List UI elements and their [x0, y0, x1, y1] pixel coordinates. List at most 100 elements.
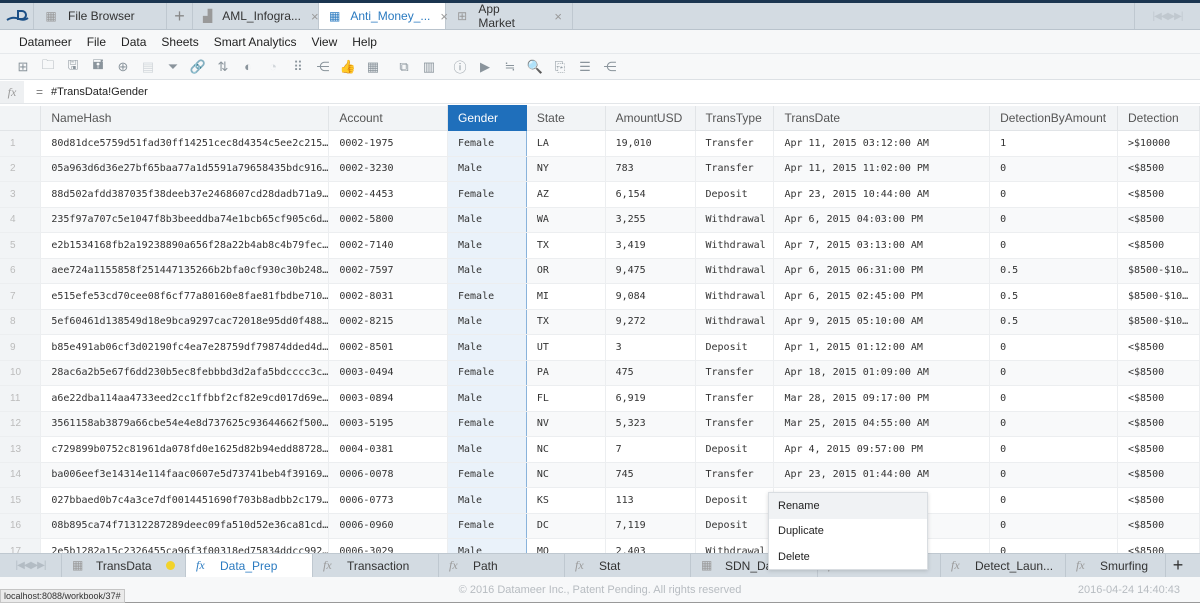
tab-aml-infographic[interactable]: ▟ AML_Infogra... × [193, 3, 319, 29]
cell-gender[interactable]: Male [447, 258, 527, 284]
lineage-icon[interactable]: ⋲ [602, 59, 618, 75]
sheet-tab-data-prep[interactable]: fx Data_Prep [186, 554, 313, 577]
cell-detection[interactable]: <$8500 [1117, 385, 1200, 412]
column-map-icon[interactable]: ⧉ [396, 59, 412, 75]
close-icon[interactable]: × [554, 9, 562, 24]
menu-help[interactable]: Help [352, 35, 377, 49]
cell-namehash[interactable]: 80d81dce5759d51fad30ff14251cec8d4354c5ee… [40, 130, 330, 157]
cell-amountusd[interactable]: 7,119 [605, 513, 696, 539]
cell-detection[interactable]: >$10000 [1117, 130, 1200, 157]
cell-state[interactable]: MO [526, 538, 606, 553]
cell-namehash[interactable]: 5ef60461d138549d18e9bca9297cac72018e95dd… [40, 309, 330, 335]
cell-detectionbyamount[interactable]: 0 [989, 334, 1118, 361]
cell-detectionbyamount[interactable]: 0 [989, 181, 1118, 208]
cell-account[interactable]: 0006-3029 [328, 538, 448, 553]
cell-detection[interactable]: $8500-$10… [1117, 309, 1200, 335]
cell-amountusd[interactable]: 3,255 [605, 207, 696, 233]
cell-account[interactable]: 0006-0960 [328, 513, 448, 539]
cell-transtype[interactable]: Deposit [695, 436, 775, 463]
row-number[interactable]: 11 [0, 385, 42, 412]
menu-item-rename[interactable]: Rename [769, 493, 927, 519]
cell-namehash[interactable]: e2b1534168fb2a19238890a656f28a22b4ab8c4b… [40, 232, 330, 259]
column-header-detection[interactable]: Detection [1117, 105, 1200, 131]
cell-state[interactable]: NC [526, 462, 606, 488]
cell-transdate[interactable]: Mar 28, 2015 09:17:00 PM [773, 385, 991, 412]
cell-namehash[interactable]: a6e22dba114aa4733eed2cc1ffbbf2cf82e9cd01… [40, 385, 330, 412]
cell-gender[interactable]: Male [447, 385, 527, 412]
column-header-namehash[interactable]: NameHash [40, 105, 330, 131]
cell-account[interactable]: 0002-3230 [328, 156, 448, 182]
cell-transtype[interactable]: Transfer [695, 462, 775, 488]
sheet-tab-detect-laun-[interactable]: fx Detect_Laun... [941, 554, 1066, 577]
cell-namehash[interactable]: 2e5b1282a15c2326455ca96f3f00318ed75834dd… [40, 538, 330, 553]
cell-gender[interactable]: Female [447, 360, 527, 386]
row-number[interactable]: 14 [0, 462, 42, 488]
column-header-state[interactable]: State [526, 105, 606, 131]
cell-account[interactable]: 0003-5195 [328, 411, 448, 437]
cell-detection[interactable]: $8500-$10… [1117, 283, 1200, 310]
cell-transdate[interactable]: Apr 9, 2015 05:10:00 AM [773, 309, 991, 335]
menu-data[interactable]: Data [121, 35, 146, 49]
menu-datameer[interactable]: Datameer [19, 35, 72, 49]
cell-namehash[interactable]: b85e491ab06cf3d02190fc4ea7e28759df79874d… [40, 334, 330, 361]
cell-detectionbyamount[interactable]: 0 [989, 360, 1118, 386]
row-number[interactable]: 17 [0, 538, 42, 553]
row-number[interactable]: 8 [0, 309, 42, 335]
cell-transtype[interactable]: Withdrawal [695, 232, 775, 259]
pivot-icon[interactable]: ⠿ [290, 59, 306, 75]
cell-transdate[interactable]: Apr 11, 2015 11:02:00 PM [773, 156, 991, 182]
tab-scroll-nav[interactable]: |◀◀▶▶| [1134, 3, 1200, 29]
cell-gender[interactable]: Male [447, 207, 527, 233]
cell-transtype[interactable]: Transfer [695, 130, 775, 157]
cell-detectionbyamount[interactable]: 0 [989, 385, 1118, 412]
cell-state[interactable]: UT [526, 334, 606, 361]
cell-namehash[interactable]: aee724a1155858f251447135266b2bfa0cf930c3… [40, 258, 330, 284]
cell-detectionbyamount[interactable]: 0 [989, 538, 1118, 553]
cell-transtype[interactable]: Transfer [695, 385, 775, 412]
sheet-scroll-nav[interactable]: |◀◀▶▶| [0, 554, 62, 577]
cell-state[interactable]: FL [526, 385, 606, 412]
cell-amountusd[interactable]: 745 [605, 462, 696, 488]
cell-detection[interactable]: <$8500 [1117, 181, 1200, 208]
cell-state[interactable]: MI [526, 283, 606, 310]
cell-detectionbyamount[interactable]: 0.5 [989, 283, 1118, 310]
cell-transtype[interactable]: Deposit [695, 487, 775, 514]
cell-amountusd[interactable]: 9,272 [605, 309, 696, 335]
cell-detectionbyamount[interactable]: 1 [989, 130, 1118, 157]
sheet-tab-transdata[interactable]: ▦ TransData [62, 554, 186, 577]
cell-gender[interactable]: Male [447, 232, 527, 259]
sheet-tab-transaction[interactable]: fx Transaction [313, 554, 439, 577]
cell-amountusd[interactable]: 9,084 [605, 283, 696, 310]
cell-detection[interactable]: $8500-$10… [1117, 258, 1200, 284]
cell-account[interactable]: 0002-7597 [328, 258, 448, 284]
cell-detectionbyamount[interactable]: 0 [989, 436, 1118, 463]
column-header-detectionbyamount[interactable]: DetectionByAmount [989, 105, 1118, 131]
cell-transdate[interactable]: Apr 1, 2015 01:12:00 AM [773, 334, 991, 361]
cell-state[interactable]: AZ [526, 181, 606, 208]
cell-account[interactable]: 0003-0894 [328, 385, 448, 412]
cell-state[interactable]: KS [526, 487, 606, 514]
cell-state[interactable]: NC [526, 436, 606, 463]
cell-transdate[interactable]: Apr 18, 2015 01:09:00 AM [773, 360, 991, 386]
cell-namehash[interactable]: 027bbaed0b7c4a3ce7df0014451690f703b8adbb… [40, 487, 330, 514]
cell-namehash[interactable]: 28ac6a2b5e67f6dd230b5ec8febbbd3d2afa5bdc… [40, 360, 330, 386]
row-number[interactable]: 5 [0, 232, 42, 259]
cell-amountusd[interactable]: 5,323 [605, 411, 696, 437]
union-icon[interactable]: ◐ [240, 59, 256, 75]
cell-amountusd[interactable]: 3,419 [605, 232, 696, 259]
list-icon[interactable]: ☰ [577, 59, 593, 75]
column-header-gender[interactable]: Gender [447, 105, 527, 131]
cell-transtype[interactable]: Withdrawal [695, 309, 775, 335]
datameer-logo[interactable] [0, 3, 34, 29]
add-sheet-button[interactable]: + [1166, 554, 1190, 577]
cell-account[interactable]: 0002-8215 [328, 309, 448, 335]
cell-transdate[interactable]: Apr 7, 2015 03:13:00 AM [773, 232, 991, 259]
cell-detectionbyamount[interactable]: 0 [989, 411, 1118, 437]
cell-gender[interactable]: Male [447, 156, 527, 182]
hierarchy-icon[interactable]: ≒ [502, 59, 518, 75]
row-number[interactable]: 6 [0, 258, 42, 284]
flow-icon[interactable]: ⋲ [315, 59, 331, 75]
cell-detectionbyamount[interactable]: 0.5 [989, 258, 1118, 284]
cell-amountusd[interactable]: 2,403 [605, 538, 696, 553]
cell-transdate[interactable]: Apr 6, 2015 04:03:00 PM [773, 207, 991, 233]
